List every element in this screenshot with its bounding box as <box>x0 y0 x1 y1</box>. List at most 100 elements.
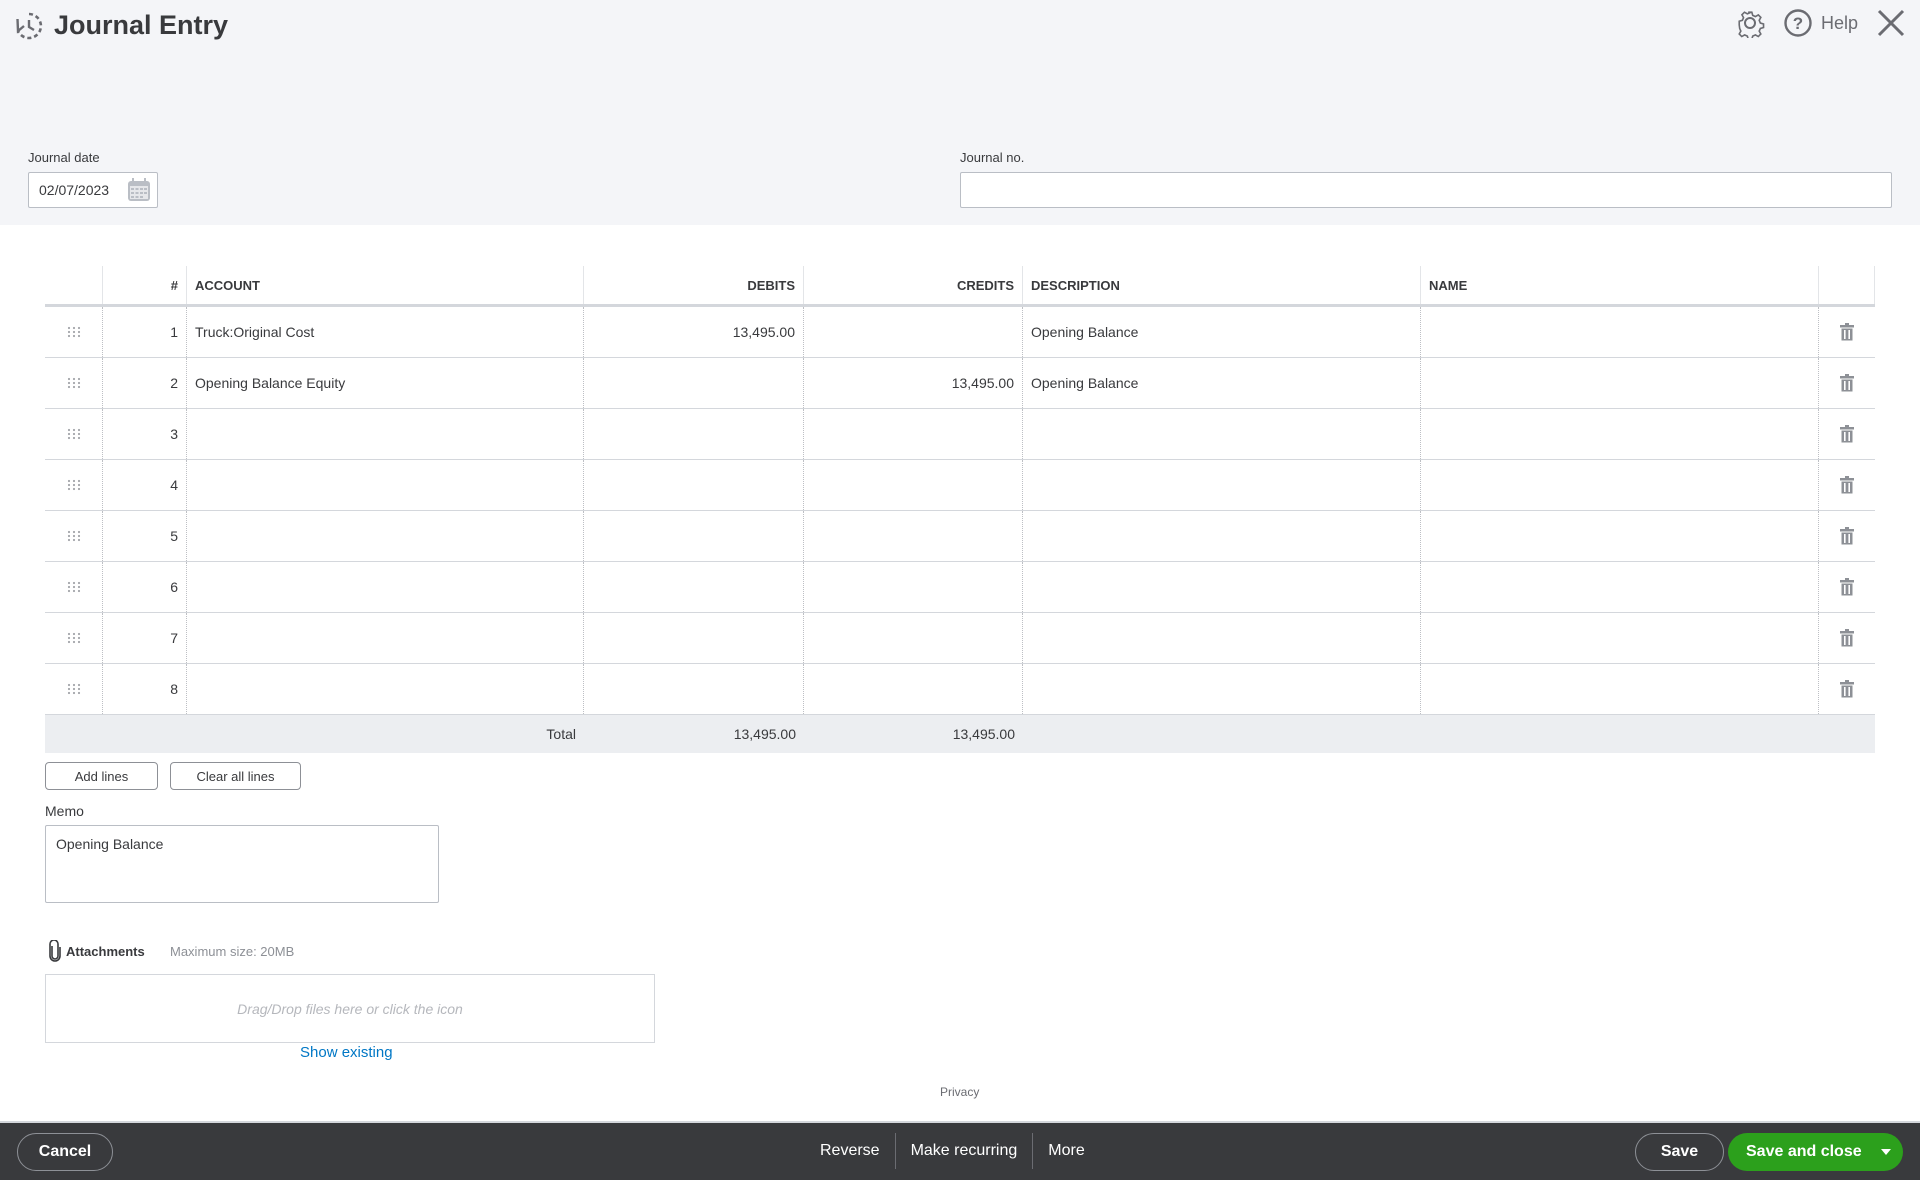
attachments-header: Attachments <box>48 940 145 962</box>
save-and-close-button[interactable]: Save and close <box>1728 1143 1869 1161</box>
table-row[interactable]: 3 <box>45 409 1875 460</box>
table-row[interactable]: 2 Opening Balance Equity 13,495.00 Openi… <box>45 358 1875 409</box>
description-cell[interactable] <box>1023 460 1421 510</box>
trash-icon[interactable] <box>1819 358 1875 408</box>
account-cell[interactable]: Truck:Original Cost <box>187 307 584 357</box>
help-button[interactable]: ? Help <box>1783 8 1858 38</box>
name-cell[interactable] <box>1421 562 1819 612</box>
table-row[interactable]: 4 <box>45 460 1875 511</box>
row-number: 4 <box>103 460 187 510</box>
credits-cell[interactable] <box>804 613 1023 663</box>
credits-cell[interactable] <box>804 664 1023 714</box>
trash-icon[interactable] <box>1819 664 1875 714</box>
description-cell[interactable]: Opening Balance <box>1023 307 1421 357</box>
recent-transactions-icon[interactable] <box>14 11 44 41</box>
cancel-button[interactable]: Cancel <box>17 1133 113 1171</box>
clear-all-lines-button[interactable]: Clear all lines <box>170 762 301 790</box>
chevron-down-icon[interactable] <box>1869 1133 1903 1171</box>
footer-middle-actions: Reverse Make recurring More <box>805 1133 1100 1169</box>
drag-handle-icon[interactable] <box>45 511 103 561</box>
journal-date-field[interactable]: 02/07/2023 <box>28 172 158 208</box>
account-cell[interactable] <box>187 409 584 459</box>
debits-cell[interactable] <box>584 664 804 714</box>
drag-handle-icon[interactable] <box>45 664 103 714</box>
credits-cell[interactable]: 13,495.00 <box>804 358 1023 408</box>
table-row[interactable]: 8 <box>45 664 1875 715</box>
journal-no-label: Journal no. <box>960 150 1025 165</box>
trash-icon[interactable] <box>1819 562 1875 612</box>
name-cell[interactable] <box>1421 664 1819 714</box>
description-cell[interactable] <box>1023 409 1421 459</box>
name-cell[interactable] <box>1421 613 1819 663</box>
debits-cell[interactable] <box>584 511 804 561</box>
header-name: NAME <box>1421 266 1819 304</box>
reverse-button[interactable]: Reverse <box>805 1133 895 1169</box>
credits-cell[interactable] <box>804 409 1023 459</box>
calendar-icon[interactable] <box>127 178 151 205</box>
table-header-row: # ACCOUNT DEBITS CREDITS DESCRIPTION NAM… <box>45 266 1875 307</box>
row-number: 8 <box>103 664 187 714</box>
gear-icon[interactable] <box>1735 8 1765 38</box>
account-cell[interactable] <box>187 562 584 612</box>
table-row[interactable]: 1 Truck:Original Cost 13,495.00 Opening … <box>45 307 1875 358</box>
add-lines-button[interactable]: Add lines <box>45 762 158 790</box>
name-cell[interactable] <box>1421 307 1819 357</box>
privacy-link[interactable]: Privacy <box>940 1085 979 1099</box>
make-recurring-button[interactable]: Make recurring <box>896 1133 1033 1169</box>
description-cell[interactable] <box>1023 562 1421 612</box>
debits-cell[interactable] <box>584 613 804 663</box>
header-account: ACCOUNT <box>187 266 584 304</box>
description-cell[interactable] <box>1023 613 1421 663</box>
help-label: Help <box>1820 12 1858 33</box>
account-cell[interactable] <box>187 460 584 510</box>
debits-cell[interactable] <box>584 562 804 612</box>
trash-icon[interactable] <box>1819 307 1875 357</box>
account-cell[interactable] <box>187 511 584 561</box>
name-cell[interactable] <box>1421 409 1819 459</box>
attachment-dropzone[interactable]: Drag/Drop files here or click the icon <box>45 974 655 1043</box>
credits-cell[interactable] <box>804 460 1023 510</box>
total-debits: 13,495.00 <box>733 726 796 742</box>
total-label: Total <box>546 726 576 742</box>
trash-icon[interactable] <box>1819 613 1875 663</box>
name-cell[interactable] <box>1421 511 1819 561</box>
drag-handle-icon[interactable] <box>45 562 103 612</box>
credits-cell[interactable] <box>804 307 1023 357</box>
drag-handle-icon[interactable] <box>45 307 103 357</box>
trash-icon[interactable] <box>1819 409 1875 459</box>
table-row[interactable]: 7 <box>45 613 1875 664</box>
credits-cell[interactable] <box>804 562 1023 612</box>
row-number: 5 <box>103 511 187 561</box>
drag-handle-icon[interactable] <box>45 460 103 510</box>
description-cell[interactable]: Opening Balance <box>1023 358 1421 408</box>
trash-icon[interactable] <box>1819 460 1875 510</box>
drag-handle-icon[interactable] <box>45 409 103 459</box>
trash-icon[interactable] <box>1819 511 1875 561</box>
close-icon[interactable] <box>1876 8 1906 38</box>
memo-textarea[interactable]: Opening Balance <box>45 825 439 903</box>
debits-cell[interactable]: 13,495.00 <box>584 307 804 357</box>
table-row[interactable]: 6 <box>45 562 1875 613</box>
name-cell[interactable] <box>1421 460 1819 510</box>
drag-handle-icon[interactable] <box>45 358 103 408</box>
show-existing-link[interactable]: Show existing <box>300 1044 393 1061</box>
header-num: # <box>103 266 187 304</box>
debits-cell[interactable] <box>584 409 804 459</box>
journal-date-label: Journal date <box>28 150 100 165</box>
header-description: DESCRIPTION <box>1023 266 1421 304</box>
name-cell[interactable] <box>1421 358 1819 408</box>
more-button[interactable]: More <box>1033 1133 1099 1169</box>
paperclip-icon <box>49 940 61 962</box>
credits-cell[interactable] <box>804 511 1023 561</box>
save-button[interactable]: Save <box>1635 1133 1724 1171</box>
journal-no-input[interactable] <box>960 172 1892 208</box>
description-cell[interactable] <box>1023 511 1421 561</box>
account-cell[interactable] <box>187 664 584 714</box>
table-row[interactable]: 5 <box>45 511 1875 562</box>
drag-handle-icon[interactable] <box>45 613 103 663</box>
account-cell[interactable]: Opening Balance Equity <box>187 358 584 408</box>
debits-cell[interactable] <box>584 460 804 510</box>
debits-cell[interactable] <box>584 358 804 408</box>
account-cell[interactable] <box>187 613 584 663</box>
description-cell[interactable] <box>1023 664 1421 714</box>
